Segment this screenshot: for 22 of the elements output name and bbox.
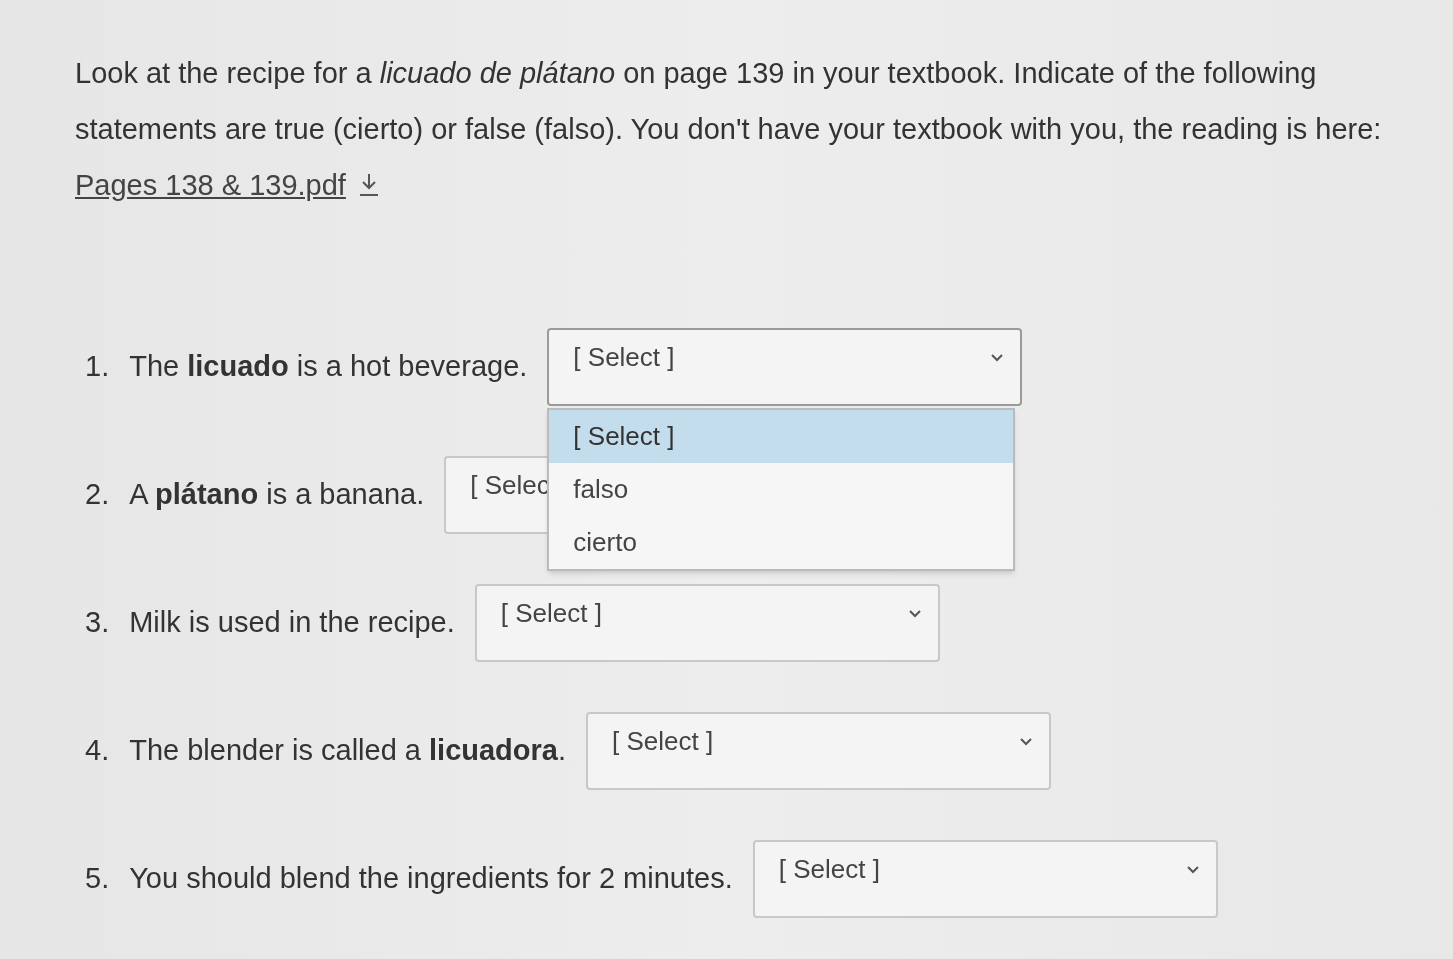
select-dropdown[interactable]: [ Select ] <box>586 712 1052 790</box>
question-text: The blender is called a licuadora. <box>129 733 567 769</box>
question-number: 3. <box>85 605 110 641</box>
question-number: 2. <box>85 477 110 513</box>
question-text: A plátano is a banana. <box>129 477 425 513</box>
pdf-link[interactable]: Pages 138 & 139.pdf <box>75 157 380 213</box>
question-number: 1. <box>85 349 110 385</box>
question-text: Milk is used in the recipe. <box>129 605 455 641</box>
dropdown-option[interactable]: [ Select ] <box>549 410 1014 463</box>
instructions-paragraph: Look at the recipe for a licuado de plátano on page 139 in your textbook. Indicate of the following statements are true (cierto) or false (falso). You don't have your textbook with you, the reading is here: Pages 138 & 139.pdf <box>0 0 1440 213</box>
question-number: 4. <box>85 733 110 769</box>
chevron-down-icon <box>907 608 922 618</box>
chevron-down-icon <box>1185 864 1200 874</box>
download-icon <box>357 172 380 198</box>
chevron-down-icon <box>1019 736 1034 746</box>
select-dropdown[interactable]: [ Select ] <box>474 584 940 662</box>
question-number: 5. <box>85 861 110 897</box>
question-text: The licuado is a hot beverage. <box>129 349 528 385</box>
question-text: You should blend the ingredients for 2 minutes. <box>129 861 733 897</box>
select-dropdown[interactable]: [ Select ] <box>547 328 1023 406</box>
chevron-down-icon <box>990 352 1005 362</box>
select-dropdown[interactable]: [ Select ] <box>752 840 1218 918</box>
